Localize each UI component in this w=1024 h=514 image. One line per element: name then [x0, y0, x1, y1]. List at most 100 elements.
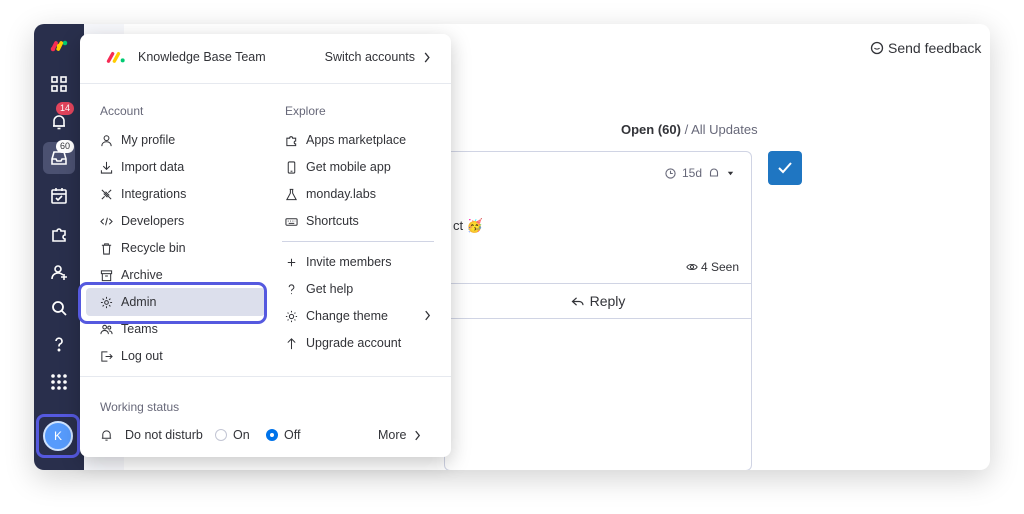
menu-item-recycle-bin[interactable]: Recycle bin	[100, 236, 186, 260]
menu-item-label: Upgrade account	[306, 336, 402, 350]
menu-item-label: Import data	[121, 160, 185, 174]
reply-arrow-icon	[571, 296, 584, 306]
teams-icon	[100, 324, 113, 334]
menu-item-label: Log out	[121, 349, 163, 363]
dnd-off-radio[interactable]: Off	[266, 423, 300, 447]
menu-item-developers[interactable]: Developers	[100, 209, 184, 233]
flask-icon	[285, 188, 298, 200]
send-feedback-button[interactable]: Send feedback	[870, 40, 981, 56]
tabs-separator: /	[680, 122, 692, 137]
menu-item-label: My profile	[121, 133, 176, 147]
card-dropdown-icon[interactable]	[726, 169, 735, 178]
menu-item-apps-marketplace[interactable]: Apps marketplace	[285, 128, 406, 152]
checkmark-button[interactable]	[768, 151, 802, 185]
menu-item-label: Teams	[121, 322, 158, 336]
card-meta: 15d	[665, 166, 735, 180]
menu-item-change-theme[interactable]: Change theme	[285, 304, 388, 328]
apps-menu-dots-icon[interactable]	[43, 366, 75, 398]
chevron-right-icon	[424, 51, 430, 63]
menu-item-label: Recycle bin	[121, 241, 186, 255]
radio-off[interactable]	[266, 429, 278, 441]
menu-item-label: monday.labs	[306, 187, 376, 201]
menu-item-monday-labs[interactable]: monday.labs	[285, 182, 376, 206]
search-icon[interactable]	[43, 292, 75, 324]
menu-item-label: Archive	[121, 268, 163, 282]
menu-item-label: Invite members	[306, 255, 392, 269]
sun-icon	[285, 310, 298, 322]
working-status-divider	[80, 376, 451, 377]
reply-button[interactable]: Reply	[445, 283, 751, 319]
left-sidebar: 14 60 K	[34, 24, 84, 470]
menu-item-invite-members[interactable]: Invite members	[285, 250, 391, 274]
explore-divider	[282, 241, 434, 242]
off-label: Off	[284, 428, 301, 442]
mobile-icon	[287, 160, 296, 174]
menu-item-upgrade-account[interactable]: Upgrade account	[285, 331, 401, 355]
updates-filter-tabs: Open (60) / All Updates	[621, 122, 758, 137]
menu-item-label: Change theme	[306, 309, 389, 323]
menu-header: Knowledge Base Team Switch accounts	[80, 34, 451, 84]
menu-item-my-profile[interactable]: My profile	[100, 128, 175, 152]
menu-item-integrations[interactable]: Integrations	[100, 182, 186, 206]
code-icon	[100, 217, 113, 225]
menu-item-log-out[interactable]: Log out	[100, 344, 163, 368]
on-label: On	[233, 428, 250, 442]
tab-open[interactable]: Open (60)	[621, 122, 681, 137]
menu-item-label: Get mobile app	[306, 160, 391, 174]
dnd-on-radio[interactable]: On	[215, 423, 250, 447]
monday-logo-icon[interactable]	[43, 30, 75, 62]
chevron-right-icon	[415, 430, 421, 440]
plus-icon	[287, 258, 296, 266]
puzzle-icon	[286, 135, 297, 146]
menu-item-label: Developers	[121, 214, 185, 228]
do-not-disturb-label: Do not disturb	[125, 428, 203, 442]
seen-count[interactable]: 4 Seen	[686, 260, 739, 274]
menu-item-get-help[interactable]: Get help	[285, 277, 353, 301]
seen-label: 4 Seen	[700, 260, 739, 274]
tab-all-updates[interactable]: All Updates	[691, 122, 757, 137]
question-icon	[288, 283, 295, 294]
clock-icon	[665, 167, 676, 179]
account-section-title: Account	[100, 104, 144, 118]
menu-item-label: Get help	[306, 282, 354, 296]
logout-icon	[101, 350, 113, 362]
invite-members-icon[interactable]	[43, 256, 75, 288]
working-status-more-link[interactable]: More	[378, 423, 421, 447]
my-work-calendar-icon[interactable]	[43, 180, 75, 212]
avatar[interactable]: K	[43, 421, 73, 451]
menu-item-label: Shortcuts	[306, 214, 359, 228]
do-not-disturb-row: Do not disturb	[100, 423, 203, 447]
menu-item-import-data[interactable]: Import data	[100, 155, 184, 179]
bell-icon	[101, 429, 112, 441]
admin-highlight-outline	[78, 282, 267, 324]
update-age: 15d	[681, 166, 702, 180]
menu-item-label: Integrations	[121, 187, 187, 201]
apps-puzzle-icon[interactable]	[43, 218, 75, 250]
update-card: 15d ct 🥳 4 Seen Reply	[444, 151, 752, 470]
feedback-chat-icon	[870, 41, 884, 55]
reply-label: Reply	[589, 293, 626, 309]
monday-logo-icon	[106, 52, 125, 63]
workspaces-grid-icon[interactable]	[43, 68, 75, 100]
update-text: ct 🥳	[453, 218, 483, 233]
inbox-badge: 60	[56, 140, 75, 153]
send-feedback-label: Send feedback	[888, 40, 982, 56]
working-status-title: Working status	[100, 400, 180, 414]
account-menu: Knowledge Base Team Switch accounts Acco…	[80, 34, 451, 457]
chevron-right-icon	[425, 310, 431, 321]
menu-item-shortcuts[interactable]: Shortcuts	[285, 209, 359, 233]
explore-section-title: Explore	[285, 104, 326, 118]
switch-accounts-link[interactable]: Switch accounts	[325, 50, 431, 64]
notifications-badge: 14	[56, 102, 75, 115]
archive-icon	[100, 269, 113, 281]
eye-icon	[686, 263, 698, 271]
integrations-icon	[101, 188, 112, 200]
download-icon	[100, 161, 113, 174]
card-bell-icon[interactable]	[708, 167, 720, 179]
radio-on[interactable]	[215, 429, 227, 441]
more-label: More	[378, 428, 407, 442]
team-name: Knowledge Base Team	[138, 50, 266, 64]
help-question-icon[interactable]	[43, 328, 75, 360]
menu-item-label: Apps marketplace	[306, 133, 407, 147]
menu-item-get-mobile-app[interactable]: Get mobile app	[285, 155, 391, 179]
